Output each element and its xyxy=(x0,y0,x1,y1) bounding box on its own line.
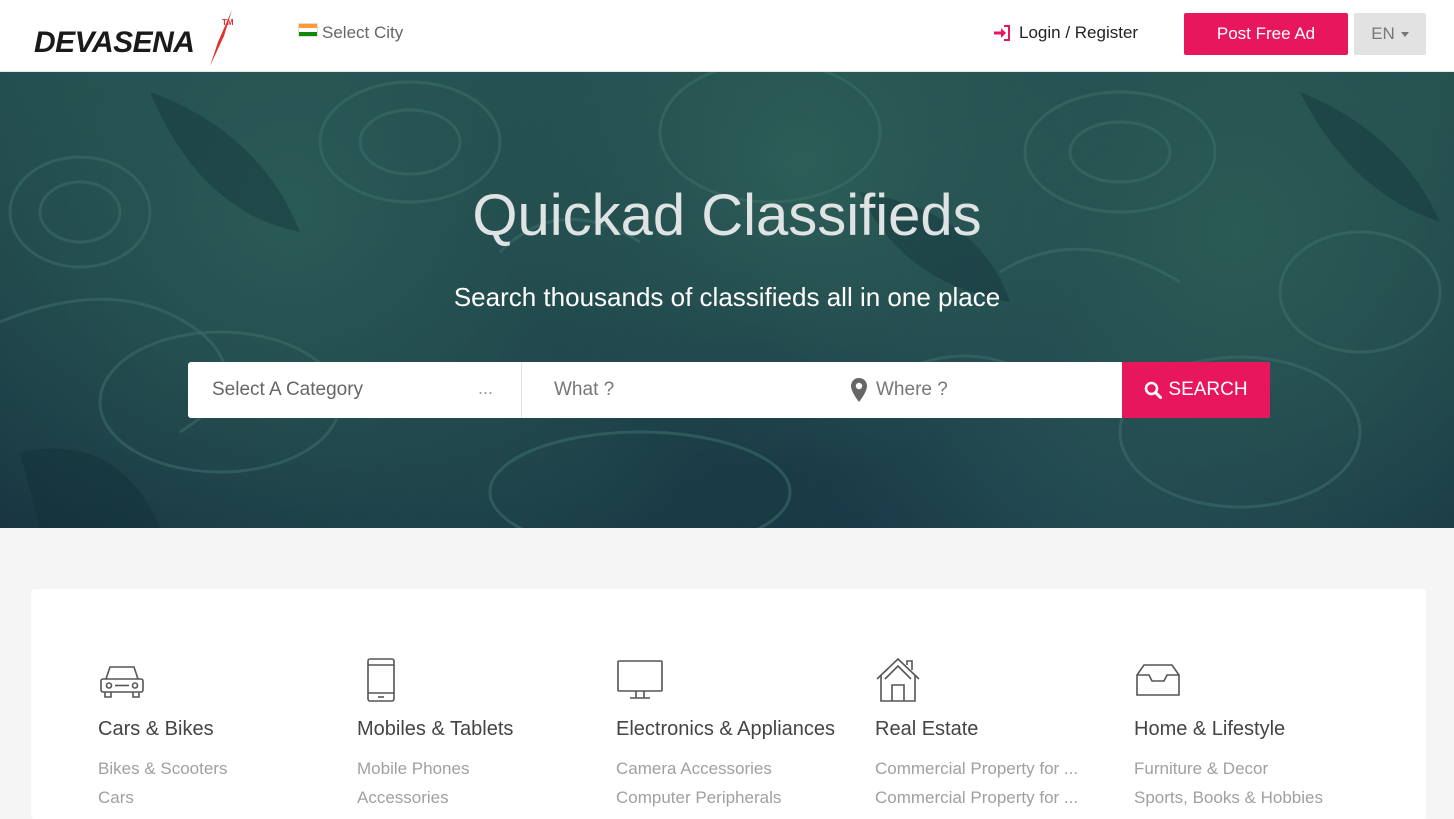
login-register-link[interactable]: Login / Register xyxy=(993,21,1138,45)
logo-text: DEVASENA xyxy=(34,26,195,59)
subcategory-link[interactable]: Computer Peripherals xyxy=(616,788,781,808)
search-button[interactable]: SEARCH xyxy=(1122,362,1270,418)
category-select[interactable]: Select A Category ... xyxy=(188,362,522,418)
select-city-label: Select City xyxy=(322,23,404,42)
caret-down-icon xyxy=(1400,31,1409,37)
subcategory-link[interactable]: Accessories xyxy=(357,788,449,808)
hero-banner: Quickad Classifieds Search thousands of … xyxy=(0,72,1454,528)
subcategory-link[interactable]: Cars xyxy=(98,788,134,808)
category-title[interactable]: Home & Lifestyle xyxy=(1134,718,1285,741)
sign-in-icon xyxy=(994,25,1010,41)
select-city-link[interactable]: Select City xyxy=(298,22,403,44)
where-placeholder: Where ? xyxy=(876,379,948,400)
where-input[interactable]: Where ? xyxy=(838,362,1122,418)
what-placeholder: What ? xyxy=(554,379,615,400)
search-bar: Select A Category ... What ? Where ? SEA… xyxy=(188,362,1270,418)
logo-trademark: TM xyxy=(222,18,234,27)
language-label: EN xyxy=(1371,24,1395,43)
what-input[interactable]: What ? xyxy=(522,362,838,418)
subcategory-link[interactable]: Bikes & Scooters xyxy=(98,759,227,779)
category-title[interactable]: Cars & Bikes xyxy=(98,718,214,741)
monitor-icon[interactable] xyxy=(616,657,664,703)
subcategory-link[interactable]: Camera Accessories xyxy=(616,759,772,779)
house-icon[interactable] xyxy=(875,657,923,703)
category-panel: Cars & Bikes Bikes & Scooters Cars Mobil… xyxy=(31,589,1426,819)
hero-subtitle: Search thousands of classifieds all in o… xyxy=(453,282,1001,312)
subcategory-link[interactable]: Commercial Property for ... xyxy=(875,788,1078,808)
mobile-icon[interactable] xyxy=(357,657,405,703)
site-header: DEVASENA TM Select City Login / Register… xyxy=(0,0,1454,72)
hero-title: Quickad Classifieds xyxy=(472,183,982,248)
category-more-indicator: ... xyxy=(478,378,494,398)
category-title[interactable]: Mobiles & Tablets xyxy=(357,718,513,741)
login-register-label: Login / Register xyxy=(1019,23,1139,42)
subcategory-link[interactable]: Mobile Phones xyxy=(357,759,469,779)
post-free-ad-button[interactable]: Post Free Ad xyxy=(1184,13,1348,55)
india-flag-icon xyxy=(298,23,318,37)
subcategory-link[interactable]: Sports, Books & Hobbies xyxy=(1134,788,1323,808)
site-logo[interactable]: DEVASENA TM xyxy=(34,8,244,68)
category-placeholder: Select A Category xyxy=(212,379,364,400)
inbox-icon[interactable] xyxy=(1134,657,1182,703)
car-icon[interactable] xyxy=(98,657,146,703)
language-dropdown[interactable]: EN xyxy=(1354,13,1426,55)
category-title[interactable]: Electronics & Appliances xyxy=(616,718,835,741)
subcategory-link[interactable]: Commercial Property for ... xyxy=(875,759,1078,779)
subcategory-link[interactable]: Furniture & Decor xyxy=(1134,759,1268,779)
category-title[interactable]: Real Estate xyxy=(875,718,978,741)
map-marker-icon xyxy=(851,378,867,402)
search-icon xyxy=(1145,381,1163,399)
search-button-label: SEARCH xyxy=(1168,379,1248,400)
